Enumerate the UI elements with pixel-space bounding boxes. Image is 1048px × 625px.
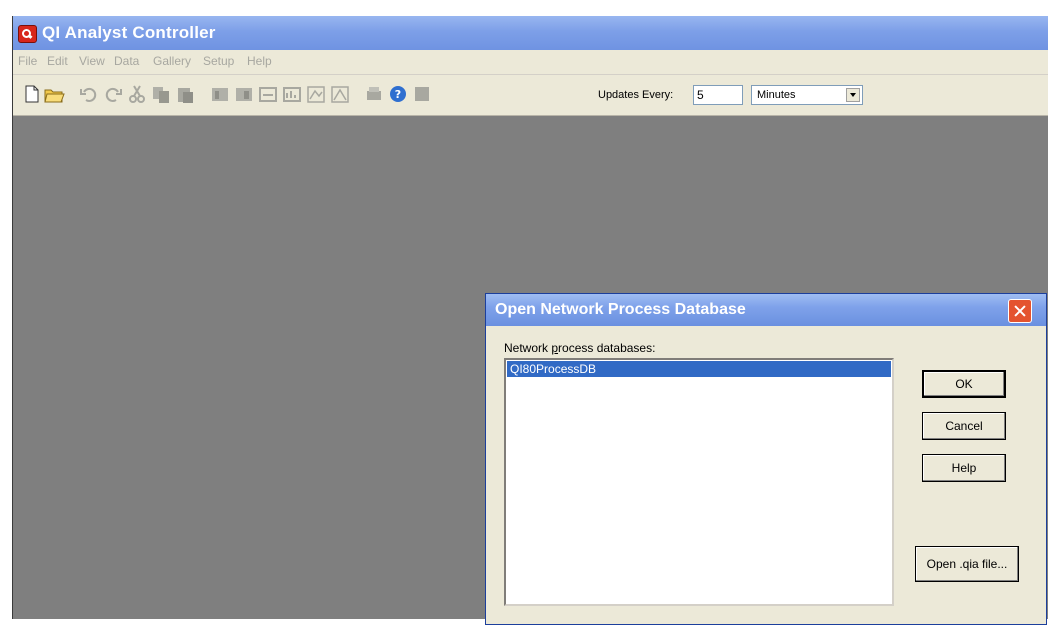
- redo-icon[interactable]: [102, 83, 124, 105]
- dialog-title: Open Network Process Database: [495, 301, 746, 318]
- chart-c-icon[interactable]: [257, 83, 279, 105]
- menu-view[interactable]: View: [79, 54, 105, 68]
- close-icon[interactable]: [1008, 299, 1032, 323]
- menu-setup[interactable]: Setup: [203, 54, 234, 68]
- help-button[interactable]: Help: [922, 454, 1006, 482]
- open-folder-icon[interactable]: [43, 83, 65, 105]
- cancel-button[interactable]: Cancel: [922, 412, 1006, 440]
- list-label: Network process databases:: [504, 341, 655, 355]
- chart-b-icon[interactable]: [233, 83, 255, 105]
- list-item[interactable]: QI80ProcessDB: [507, 361, 891, 377]
- cut-icon[interactable]: [126, 83, 148, 105]
- window-title: QI Analyst Controller: [42, 23, 216, 42]
- open-database-dialog: Open Network Process Database Network pr…: [485, 293, 1047, 625]
- menu-help[interactable]: Help: [247, 54, 272, 68]
- list-label-post: rocess databases:: [558, 341, 656, 355]
- chart-a-icon[interactable]: [209, 83, 231, 105]
- update-unit-select[interactable]: Minutes: [751, 85, 863, 105]
- chart-f-icon[interactable]: [329, 83, 351, 105]
- ok-button[interactable]: OK: [922, 370, 1006, 398]
- updates-interval-input[interactable]: [693, 85, 743, 105]
- new-file-icon[interactable]: [21, 83, 43, 105]
- paste-icon[interactable]: [174, 83, 196, 105]
- print-icon[interactable]: [363, 83, 385, 105]
- undo-icon[interactable]: [78, 83, 100, 105]
- update-unit-value: Minutes: [757, 89, 796, 101]
- svg-text:?: ?: [395, 88, 401, 101]
- database-listbox[interactable]: QI80ProcessDB: [504, 358, 894, 606]
- menu-gallery[interactable]: Gallery: [153, 54, 191, 68]
- chart-e-icon[interactable]: [305, 83, 327, 105]
- list-label-pre: Network: [504, 341, 552, 355]
- stop-icon[interactable]: [411, 83, 433, 105]
- chart-d-icon[interactable]: [281, 83, 303, 105]
- toolbar: ? Updates Every: Minutes: [13, 75, 1048, 116]
- open-qia-file-button[interactable]: Open .qia file...: [915, 546, 1019, 582]
- copy-icon[interactable]: [150, 83, 172, 105]
- menu-data[interactable]: Data: [114, 54, 139, 68]
- dropdown-arrow-icon[interactable]: [846, 88, 860, 102]
- dialog-title-bar[interactable]: Open Network Process Database: [486, 294, 1046, 326]
- help-icon[interactable]: ?: [387, 83, 409, 105]
- menu-bar: File Edit View Data Gallery Setup Help: [13, 50, 1048, 75]
- menu-edit[interactable]: Edit: [47, 54, 68, 68]
- menu-file[interactable]: File: [18, 54, 37, 68]
- updates-every-label: Updates Every:: [598, 89, 674, 101]
- title-bar[interactable]: QI Analyst Controller: [13, 16, 1048, 50]
- app-logo-icon: [18, 25, 37, 43]
